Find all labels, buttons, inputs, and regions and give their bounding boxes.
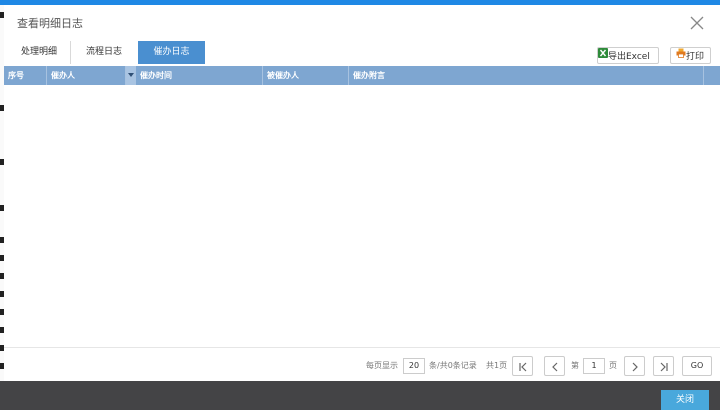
last-page-button[interactable] (653, 356, 674, 376)
next-page-icon (632, 362, 638, 372)
print-label: 打印 (686, 52, 705, 62)
column-menu-button[interactable] (126, 66, 136, 85)
export-excel-label: 导出Excel (608, 52, 650, 62)
grid-header: 序号 催办人 催办时间 被催办人 催办附言 (4, 66, 720, 85)
tab-process-details[interactable]: 处理明细 (8, 41, 71, 64)
dialog-title: 查看明细日志 (17, 17, 83, 30)
print-button[interactable]: 打印 (670, 47, 711, 64)
prev-page-icon (552, 362, 558, 372)
grid-body-empty (4, 85, 720, 347)
page-suffix-label: 页 (609, 361, 617, 370)
per-page-label: 每页显示 (366, 361, 398, 370)
printer-icon (676, 48, 686, 65)
tab-flow-log[interactable]: 流程日志 (71, 41, 137, 64)
total-records-label: 条/共0条记录 (429, 361, 477, 370)
total-pages-label: 共1页 (486, 361, 508, 370)
current-page-input[interactable]: 1 (583, 358, 605, 374)
pagination-bar: 每页显示 20 条/共0条记录 共1页 第 1 页 GO (4, 347, 720, 382)
last-page-icon (660, 362, 668, 372)
column-header-urger[interactable]: 催办人 (47, 66, 126, 85)
close-button[interactable]: 关闭 (661, 390, 709, 410)
go-button[interactable]: GO (682, 356, 712, 376)
next-page-button[interactable] (624, 356, 645, 376)
excel-icon (598, 48, 608, 65)
close-icon[interactable] (690, 16, 704, 30)
dialog-footer: 关闭 (0, 381, 720, 410)
column-header-urge-time[interactable]: 催办时间 (136, 66, 263, 85)
page-size-input[interactable]: 20 (403, 358, 425, 374)
first-page-icon (519, 362, 527, 372)
export-excel-button[interactable]: 导出Excel (597, 47, 659, 64)
prev-page-button[interactable] (544, 356, 565, 376)
tab-urge-log[interactable]: 催办日志 (138, 41, 205, 64)
column-header-index[interactable]: 序号 (4, 66, 47, 85)
column-header-urgee[interactable]: 被催办人 (263, 66, 349, 85)
sort-down-icon (128, 73, 134, 77)
column-header-urge-note[interactable]: 催办附言 (349, 66, 704, 85)
page-prefix-label: 第 (571, 361, 579, 370)
first-page-button[interactable] (512, 356, 533, 376)
